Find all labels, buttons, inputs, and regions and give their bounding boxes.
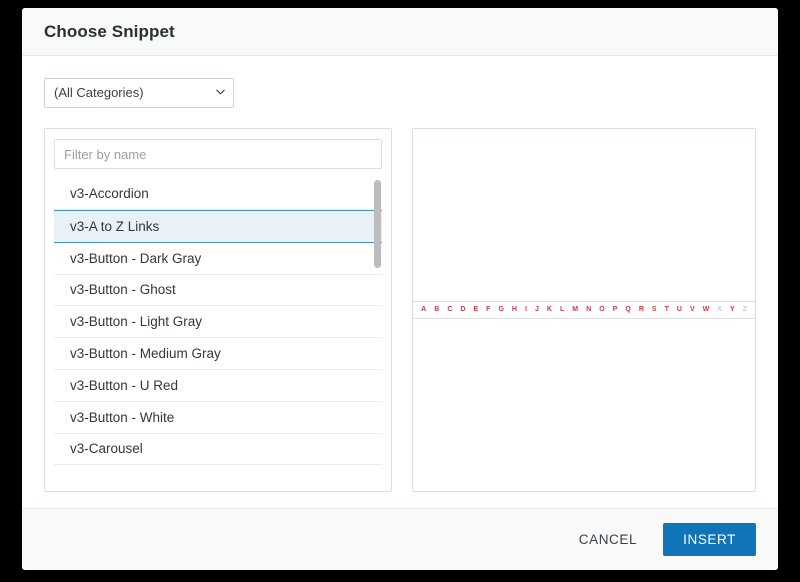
az-link-b[interactable]: B (430, 305, 443, 315)
az-link-d[interactable]: D (456, 305, 469, 315)
list-item-selected[interactable]: v3-A to Z Links (54, 209, 383, 243)
dialog-panes: v3-Accordion v3-A to Z Links v3-Button -… (44, 128, 756, 492)
az-link-y[interactable]: Y (726, 305, 739, 315)
az-link-i[interactable]: I (521, 305, 531, 315)
az-link-c[interactable]: C (443, 305, 456, 315)
page-title: Choose Snippet (44, 21, 175, 41)
list-item[interactable]: v3-Carousel (54, 433, 383, 466)
list-scrollbar-thumb[interactable] (374, 180, 382, 268)
az-link-n[interactable]: N (582, 305, 595, 315)
az-link-p[interactable]: P (609, 305, 622, 315)
list-item[interactable]: v3-Accordion (54, 178, 383, 210)
az-link-g[interactable]: G (494, 305, 507, 315)
az-link-q[interactable]: Q (621, 305, 634, 315)
list-item[interactable]: v3-Button - Medium Gray (54, 338, 383, 370)
dialog-body: (All Categories) v3-Accordion v3-A to Z … (22, 56, 778, 508)
az-link-w[interactable]: W (699, 305, 714, 315)
list-item-label: v3-Button - U Red (70, 377, 179, 393)
filter-input[interactable] (54, 139, 383, 169)
az-link-m[interactable]: M (568, 305, 582, 315)
az-link-r[interactable]: R (635, 305, 648, 315)
category-filter: (All Categories) (44, 78, 234, 108)
az-link-a[interactable]: A (417, 305, 430, 315)
snippet-list-pane: v3-Accordion v3-A to Z Links v3-Button -… (44, 128, 393, 492)
list-item-label: v3-Button - Light Gray (70, 314, 203, 330)
az-link-v[interactable]: V (686, 305, 699, 315)
az-link-k[interactable]: K (543, 305, 556, 315)
category-select[interactable]: (All Categories) (44, 78, 234, 108)
az-link-o[interactable]: O (595, 305, 608, 315)
cancel-button[interactable]: CANCEL (575, 524, 641, 555)
az-link-e[interactable]: E (469, 305, 482, 315)
list-item-label: v3-Button - Medium Gray (70, 346, 221, 362)
choose-snippet-dialog: Choose Snippet (All Categories) v3-Accor… (22, 8, 778, 570)
list-item-label: v3-Carousel (70, 441, 143, 457)
az-link-h[interactable]: H (508, 305, 521, 315)
dialog-footer: CANCEL INSERT (22, 508, 778, 570)
az-link-t[interactable]: T (661, 305, 673, 315)
az-link-j[interactable]: J (531, 305, 543, 315)
list-item-label: v3-Button - Ghost (70, 282, 176, 298)
list-scrollbar[interactable] (373, 178, 382, 482)
snippet-list: v3-Accordion v3-A to Z Links v3-Button -… (54, 178, 383, 466)
list-item-label: v3-Accordion (70, 185, 149, 201)
list-item-label: v3-Button - Dark Gray (70, 250, 202, 266)
a-to-z-links-preview: A B C D E F G H I J K L M N O P Q R S T … (413, 301, 755, 319)
list-item-label: v3-Button - White (70, 409, 175, 425)
list-item-label: v3-A to Z Links (70, 218, 160, 234)
snippet-list-scroll[interactable]: v3-Accordion v3-A to Z Links v3-Button -… (54, 178, 383, 482)
dialog-header: Choose Snippet (22, 8, 778, 56)
az-link-f[interactable]: F (482, 305, 494, 315)
snippet-preview-pane: A B C D E F G H I J K L M N O P Q R S T … (412, 128, 756, 492)
az-link-x: X (717, 306, 722, 313)
list-item[interactable]: v3-Button - White (54, 401, 383, 434)
az-link-z: Z (742, 306, 747, 313)
az-link-s[interactable]: S (648, 305, 661, 315)
list-item[interactable]: v3-Button - Dark Gray (54, 242, 383, 275)
list-item[interactable]: v3-Button - Light Gray (54, 306, 383, 339)
az-link-l[interactable]: L (556, 305, 568, 315)
list-item[interactable]: v3-Button - U Red (54, 369, 383, 402)
az-link-u[interactable]: U (673, 305, 686, 315)
list-item[interactable]: v3-Button - Ghost (54, 274, 383, 307)
insert-button[interactable]: INSERT (663, 523, 756, 556)
